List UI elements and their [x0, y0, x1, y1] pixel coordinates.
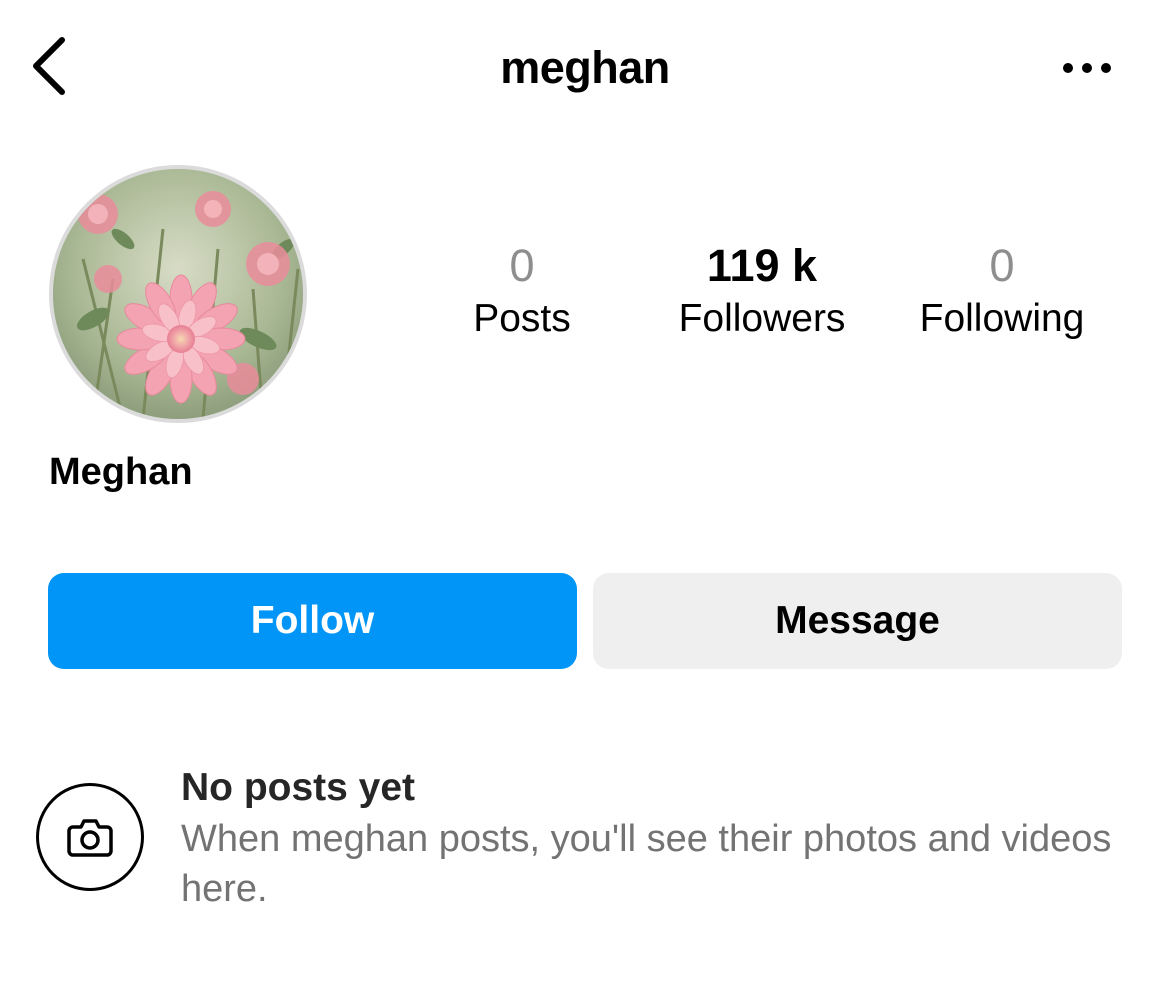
following-label: Following [919, 297, 1085, 340]
camera-icon-circle [36, 783, 144, 891]
followers-count: 119 k [706, 240, 818, 291]
empty-state-text: When meghan posts, you'll see their phot… [181, 818, 1112, 910]
display-name: Meghan [49, 451, 193, 493]
page-title: meghan [500, 42, 670, 93]
avatar[interactable] [49, 165, 307, 423]
back-button[interactable] [18, 30, 78, 102]
stat-posts[interactable]: 0 Posts [402, 238, 642, 344]
flower-photo [53, 169, 303, 419]
posts-count: 0 [509, 240, 535, 291]
camera-icon [67, 819, 113, 857]
more-horizontal-icon [1063, 63, 1111, 73]
message-button[interactable]: Message [593, 573, 1122, 669]
stat-following[interactable]: 0 Following [882, 238, 1122, 344]
posts-label: Posts [473, 297, 571, 340]
more-options-button[interactable] [1052, 46, 1122, 90]
following-count: 0 [989, 240, 1015, 291]
chevron-left-icon [33, 37, 65, 95]
empty-state-title: No posts yet [181, 766, 416, 809]
followers-label: Followers [678, 297, 846, 340]
stat-followers[interactable]: 119 k Followers [642, 238, 882, 344]
follow-button[interactable]: Follow [48, 573, 577, 669]
